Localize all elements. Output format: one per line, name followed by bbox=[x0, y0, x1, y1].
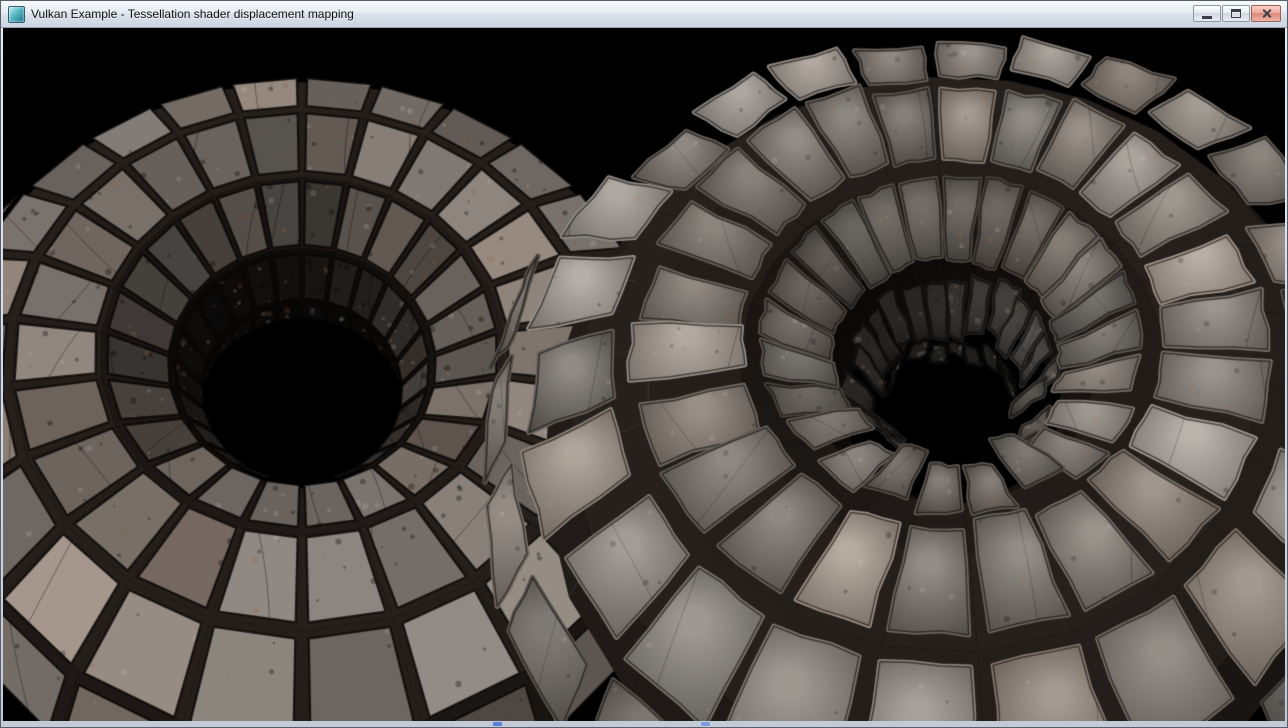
viewport-canvas[interactable] bbox=[3, 28, 1285, 721]
window-titlebar[interactable]: Vulkan Example - Tessellation shader dis… bbox=[1, 1, 1287, 28]
window-title: Vulkan Example - Tessellation shader dis… bbox=[31, 7, 354, 21]
frame-artifact bbox=[701, 722, 710, 726]
frame-artifact bbox=[493, 722, 502, 726]
window-controls bbox=[1192, 5, 1281, 22]
app-icon[interactable] bbox=[8, 6, 25, 23]
maximize-icon bbox=[1231, 9, 1241, 18]
close-button[interactable] bbox=[1251, 5, 1281, 22]
maximize-button[interactable] bbox=[1222, 5, 1250, 22]
close-icon bbox=[1261, 8, 1272, 19]
minimize-button[interactable] bbox=[1193, 5, 1221, 22]
minimize-icon bbox=[1202, 16, 1212, 19]
render-viewport bbox=[3, 28, 1285, 721]
app-window: Vulkan Example - Tessellation shader dis… bbox=[0, 0, 1288, 728]
